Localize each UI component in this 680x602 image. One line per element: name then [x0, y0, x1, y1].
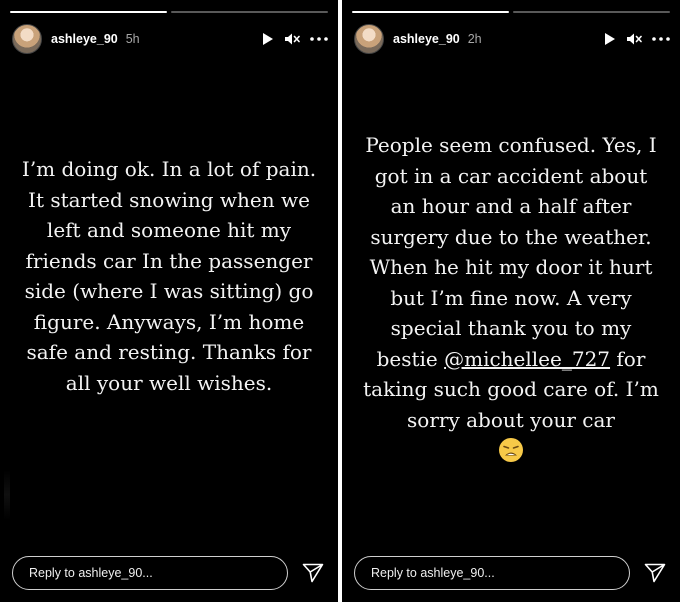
username[interactable]: ashleye_90: [51, 32, 118, 46]
background-texture: [4, 470, 10, 520]
more-icon[interactable]: [310, 37, 328, 41]
reply-bar: [354, 554, 670, 592]
username[interactable]: ashleye_90: [393, 32, 460, 46]
reply-input[interactable]: [354, 556, 630, 590]
reply-input[interactable]: [12, 556, 288, 590]
story-panel-left: ashleye_90 5h I’m doing ok. In a lot of …: [0, 0, 338, 602]
progress-segment: [171, 11, 328, 13]
story-progress-bar: [10, 11, 328, 13]
mute-icon[interactable]: [626, 32, 642, 46]
avatar[interactable]: [12, 24, 42, 54]
progress-segment: [513, 11, 670, 13]
story-header: ashleye_90 2h: [354, 24, 670, 54]
more-icon[interactable]: [652, 37, 670, 41]
progress-segment: [10, 11, 167, 13]
story-caption: I’m doing ok. In a lot of pain. It start…: [21, 157, 317, 395]
avatar[interactable]: [354, 24, 384, 54]
progress-fill: [10, 11, 167, 13]
play-icon[interactable]: [262, 32, 274, 46]
progress-fill: [352, 11, 509, 13]
reply-bar: [12, 554, 328, 592]
story-progress-bar: [352, 11, 670, 13]
weary-face-emoji: [360, 437, 662, 472]
mute-icon[interactable]: [284, 32, 300, 46]
story-panel-right: ashleye_90 2h People seem confused. Yes,…: [342, 0, 680, 602]
story-caption: People seem confused. Yes, I got in a ca…: [360, 130, 662, 472]
caption-text: People seem confused. Yes, I got in a ca…: [365, 133, 657, 371]
send-icon[interactable]: [298, 558, 328, 588]
story-controls: [262, 32, 328, 46]
post-time: 5h: [125, 32, 140, 46]
mention-link[interactable]: @michellee_727: [444, 347, 610, 371]
story-controls: [604, 32, 670, 46]
send-icon[interactable]: [640, 558, 670, 588]
progress-segment: [352, 11, 509, 13]
post-time: 2h: [467, 32, 482, 46]
story-header: ashleye_90 5h: [12, 24, 328, 54]
play-icon[interactable]: [604, 32, 616, 46]
